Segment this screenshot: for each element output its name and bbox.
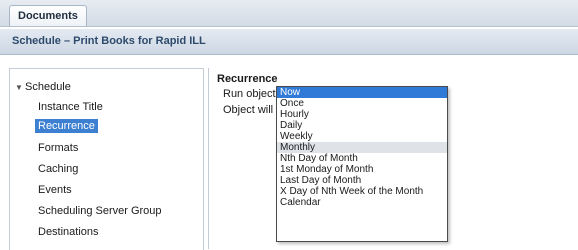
run-object-label: Run object: [223,88,279,100]
tree-node-label: Schedule [25,81,71,93]
run-object-option[interactable]: Monthly [277,142,447,153]
run-object-option[interactable]: Calendar [277,197,447,208]
run-object-option[interactable]: Nth Day of Month [277,153,447,164]
run-object-option[interactable]: 1st Monday of Month [277,164,447,175]
schedule-nav-panel: ▼ Schedule Instance Title Recurrence Form… [9,68,204,250]
tab-bar: Documents [0,0,578,27]
nav-item-instance-title[interactable]: Instance Title [35,100,106,114]
chevron-down-icon[interactable]: ▼ [15,83,25,92]
nav-item-recurrence[interactable]: Recurrence [35,119,98,133]
object-will-label: Object will r [223,104,280,116]
tree-node-schedule[interactable]: ▼ Schedule [15,81,71,93]
page-title: Schedule – Print Books for Rapid ILL [12,35,206,47]
run-object-option[interactable]: X Day of Nth Week of the Month [277,186,447,197]
run-object-option[interactable]: Once [277,98,447,109]
run-object-option[interactable]: Daily [277,120,447,131]
schedule-title-bar: Schedule – Print Books for Rapid ILL [0,29,578,55]
run-object-option[interactable]: Now [277,87,447,98]
nav-item-events[interactable]: Events [35,183,75,197]
nav-item-formats[interactable]: Formats [35,141,81,155]
run-object-option[interactable]: Hourly [277,109,447,120]
section-title: Recurrence [217,73,278,85]
tab-documents[interactable]: Documents [9,5,87,26]
nav-item-destinations[interactable]: Destinations [35,225,102,239]
run-object-dropdown[interactable]: Now Once Hourly Daily Weekly Monthly Nth… [276,86,448,242]
nav-item-caching[interactable]: Caching [35,162,81,176]
run-object-option[interactable]: Last Day of Month [277,175,447,186]
nav-item-scheduling-server-group[interactable]: Scheduling Server Group [35,204,165,218]
run-object-option[interactable]: Weekly [277,131,447,142]
